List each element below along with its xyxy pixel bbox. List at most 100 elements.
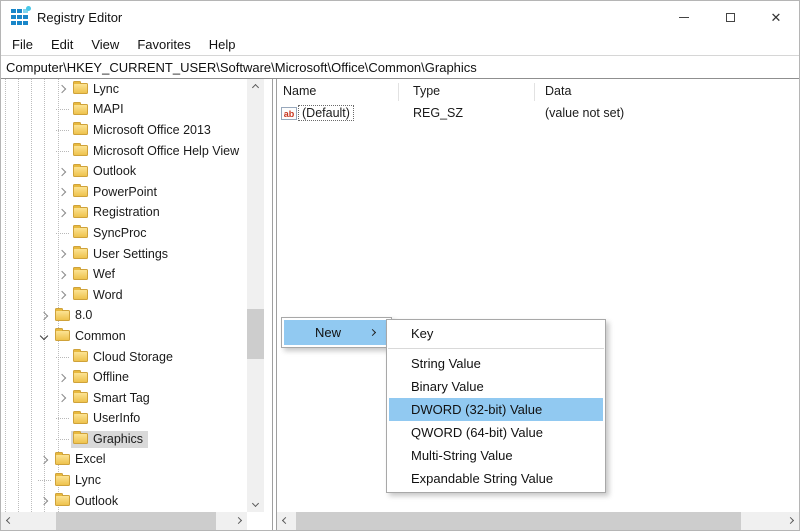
column-header-type[interactable]: Type [413, 84, 440, 98]
folder-icon [73, 413, 88, 424]
tree-item-label: Microsoft Office 2013 [93, 123, 211, 137]
tree-connector-line [56, 439, 69, 440]
folder-icon [73, 433, 88, 444]
tree-item-graphics[interactable]: Graphics [1, 429, 246, 450]
scroll-up-button[interactable] [247, 79, 264, 96]
maximize-icon [726, 13, 735, 22]
minimize-button[interactable] [661, 1, 707, 33]
scroll-left-button[interactable] [277, 512, 294, 529]
scroll-right-button[interactable] [782, 512, 799, 529]
tree-item-user-settings[interactable]: User Settings [1, 244, 246, 265]
registry-value-row[interactable]: ab(Default)REG_SZ(value not set) [277, 104, 799, 124]
title-bar[interactable]: Registry Editor ✕ [1, 1, 799, 33]
tree-item-userinfo[interactable]: UserInfo [1, 409, 246, 430]
tree-item-syncproc[interactable]: SyncProc [1, 223, 246, 244]
tree-item-outlook[interactable]: Outlook [1, 161, 246, 182]
tree-connector-line [56, 151, 69, 152]
registry-path: Computer\HKEY_CURRENT_USER\Software\Micr… [6, 60, 477, 75]
tree-item-excel[interactable]: Excel [1, 450, 246, 471]
menu-item-string-value[interactable]: String Value [389, 352, 603, 375]
horizontal-scrollbar-thumb[interactable] [296, 512, 741, 530]
tree-item-common[interactable]: Common [1, 326, 246, 347]
chevron-right-icon[interactable] [58, 85, 66, 93]
tree-view[interactable]: Lync MAPI Microsoft Office 2013 Microsoft O… [1, 79, 246, 512]
vertical-scrollbar-thumb[interactable] [247, 309, 264, 359]
tree-item-label: MAPI [93, 102, 124, 116]
tree-item-outlook[interactable]: Outlook [1, 491, 246, 512]
folder-icon [55, 330, 70, 341]
chevron-right-icon[interactable] [58, 209, 66, 217]
chevron-right-icon[interactable] [58, 188, 66, 196]
menu-edit[interactable]: Edit [42, 35, 82, 54]
tree-item-label: Graphics [93, 432, 143, 446]
chevron-right-icon [787, 517, 794, 524]
scroll-down-button[interactable] [247, 495, 264, 512]
tree-item-microsoft-office-help-view[interactable]: Microsoft Office Help View [1, 141, 246, 162]
tree-item-lync[interactable]: Lync [1, 79, 246, 100]
scroll-left-button[interactable] [1, 512, 18, 529]
menu-view[interactable]: View [82, 35, 128, 54]
tree-item-lync[interactable]: Lync [1, 470, 246, 491]
close-button[interactable]: ✕ [753, 1, 799, 33]
chevron-down-icon[interactable] [40, 332, 48, 340]
menu-item-binary-value[interactable]: Binary Value [389, 375, 603, 398]
tree-item-offline[interactable]: Offline [1, 367, 246, 388]
maximize-button[interactable] [707, 1, 753, 33]
folder-icon [73, 269, 88, 280]
key-tree-pane[interactable]: Lync MAPI Microsoft Office 2013 Microsoft O… [1, 79, 273, 530]
chevron-right-icon[interactable] [58, 373, 66, 381]
tree-item-wef[interactable]: Wef [1, 264, 246, 285]
menu-item-dword-32-bit-value[interactable]: DWORD (32-bit) Value [389, 398, 603, 421]
chevron-right-icon[interactable] [40, 312, 48, 320]
tree-item-smart-tag[interactable]: Smart Tag [1, 388, 246, 409]
value-data: (value not set) [545, 106, 624, 120]
chevron-right-icon[interactable] [58, 394, 66, 402]
menu-item-qword-64-bit-value[interactable]: QWORD (64-bit) Value [389, 421, 603, 444]
folder-icon [73, 145, 88, 156]
tree-item-powerpoint[interactable]: PowerPoint [1, 182, 246, 203]
tree-item-registration[interactable]: Registration [1, 203, 246, 224]
tree-item-label: SyncProc [93, 226, 147, 240]
chevron-right-icon[interactable] [40, 456, 48, 464]
tree-item-microsoft-office-2013[interactable]: Microsoft Office 2013 [1, 120, 246, 141]
menu-item-expandable-string-value[interactable]: Expandable String Value [389, 467, 603, 490]
chevron-right-icon[interactable] [58, 167, 66, 175]
main-area: Lync MAPI Microsoft Office 2013 Microsoft O… [1, 79, 799, 530]
tree-item-label: Registration [93, 205, 160, 219]
menu-help[interactable]: Help [200, 35, 245, 54]
address-bar[interactable]: Computer\HKEY_CURRENT_USER\Software\Micr… [1, 55, 799, 79]
tree-vertical-scrollbar[interactable] [247, 79, 264, 512]
column-separator[interactable] [534, 83, 535, 101]
chevron-down-icon [252, 500, 259, 507]
chevron-right-icon[interactable] [58, 291, 66, 299]
tree-item-label: Lync [93, 82, 119, 96]
column-header-data[interactable]: Data [545, 84, 571, 98]
tree-item-label: Wef [93, 267, 115, 281]
tree-connector-line [56, 109, 69, 110]
column-header-name[interactable]: Name [283, 84, 316, 98]
list-horizontal-scrollbar[interactable] [277, 512, 799, 530]
chevron-right-icon[interactable] [40, 497, 48, 505]
column-separator[interactable] [398, 83, 399, 101]
tree-connector-line [56, 357, 69, 358]
tree-horizontal-scrollbar[interactable] [1, 512, 247, 530]
horizontal-scrollbar-thumb[interactable] [56, 512, 216, 530]
tree-item-cloud-storage[interactable]: Cloud Storage [1, 347, 246, 368]
close-icon: ✕ [771, 11, 782, 24]
tree-item-mapi[interactable]: MAPI [1, 100, 246, 121]
window-controls: ✕ [661, 1, 799, 33]
chevron-right-icon[interactable] [58, 270, 66, 278]
tree-item-8-0[interactable]: 8.0 [1, 306, 246, 327]
tree-item-word[interactable]: Word [1, 285, 246, 306]
menu-item-multi-string-value[interactable]: Multi-String Value [389, 444, 603, 467]
menu-item-key[interactable]: Key [389, 322, 603, 345]
menu-item-new[interactable]: New [284, 320, 389, 345]
submenu-arrow-icon [369, 329, 376, 336]
tree-item-label: PowerPoint [93, 185, 157, 199]
menu-file[interactable]: File [3, 35, 42, 54]
scroll-right-button[interactable] [230, 512, 247, 529]
chevron-right-icon[interactable] [58, 250, 66, 258]
tree-connector-line [56, 233, 69, 234]
menu-favorites[interactable]: Favorites [128, 35, 199, 54]
folder-icon [73, 248, 88, 259]
